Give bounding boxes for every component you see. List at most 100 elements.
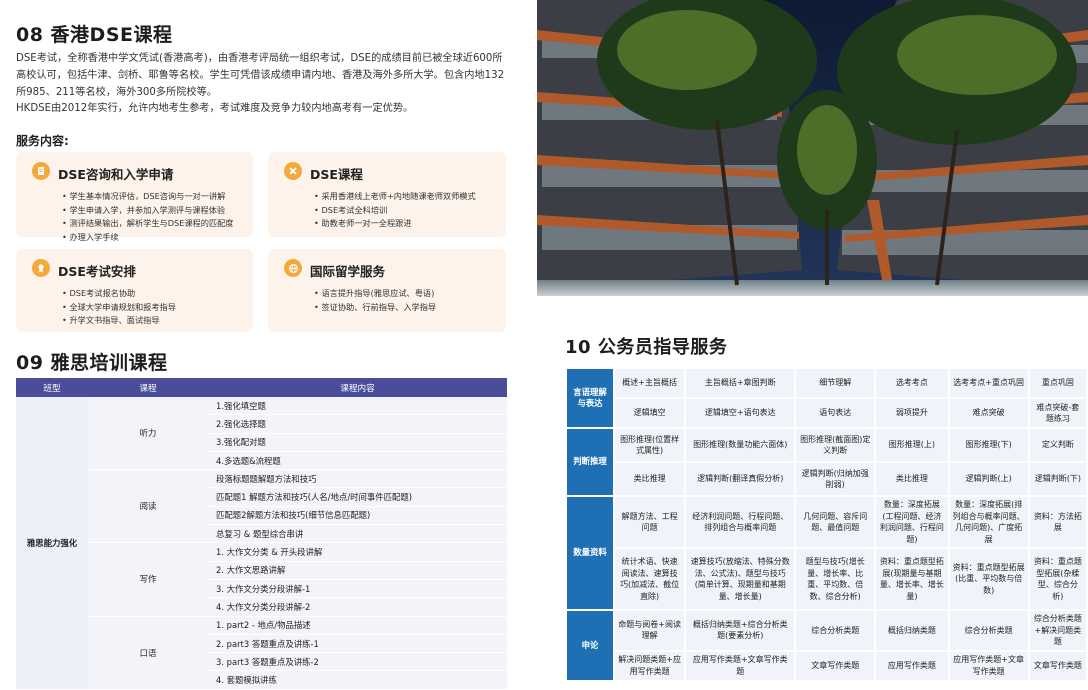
dse-card-course: DSE课程 采用香港线上老师+内地随课老师双师模式 DSE考试全科培训 助教老师… [268,152,506,237]
topic-cell: 语句表达 [796,399,875,427]
topic-cell: 难点突破-套题练习 [1029,399,1086,427]
dse-intro: DSE考试，全称香港中学文凭试(香港高考)，由香港考评局统一组织考试，DSE的成… [16,53,505,98]
topic-cell: 逻辑判断(上) [949,463,1028,495]
topic-cell: 选考考点 [876,369,948,397]
topic-cell: 经济利润问题、行程问题、排列组合与概率问题 [686,497,795,547]
topic-cell: 速算技巧(放缩法、特殊分数法、公式法)、题型与技巧(简单计算、现期量和基期量、增… [686,549,795,609]
list-item: 签证协助、行前指导、入学指导 [314,301,436,315]
topic-cell: 资料：方法拓展 [1029,497,1086,547]
course-cell: 听力 [88,397,208,471]
topic-cell: 题型与技巧(增长量、增长率、比重、平均数、倍数、综合分析) [796,549,875,609]
course-cell: 阅读 [88,469,208,544]
content-cell: 2. 大作文思路讲解 [208,561,507,580]
topic-cell: 概括归纳类题 [876,611,948,650]
topic-cell: 弱项提升 [876,399,948,427]
content-cell: 1.强化填空题 [208,397,507,416]
list-item: 采用香港线上老师+内地随课老师双师模式 [314,190,475,204]
topic-cell: 选考考点+重点巩固 [949,369,1028,397]
list-item: 助教老师一对一全程跟进 [314,217,476,231]
list-item: 学生基本情况评估，DSE咨询与一对一讲解 [62,190,234,204]
topic-cell: 解题方法、工程问题 [615,497,685,547]
content-cell: 2.强化选择题 [208,414,507,434]
section-title-ielts: 09 雅思培训课程 [16,352,168,374]
topic-cell: 综合分析类题 [796,611,875,650]
card-title: 国际留学服务 [310,264,386,279]
topic-cell: 概括归纳类题+综合分析类题(要素分析) [686,611,795,650]
topic-cell: 逻辑判断(归纳加强削弱) [796,463,875,495]
content-cell: 4. 套题模拟讲练 [208,670,507,690]
topic-cell: 类比推理 [615,463,685,495]
topic-cell: 文章写作类题 [1029,651,1086,680]
document-icon [32,162,50,180]
topic-cell: 主旨概括+章图判断 [686,369,795,397]
globe-icon [284,259,302,277]
content-cell: 1. part2 - 地点/物品描述 [208,616,507,635]
dse-card-exam: DSE考试安排 DSE考试报名协助 全球大学申请规划和报考指导 升学文书指导、面… [16,249,253,332]
content-cell: 匹配题1 解题方法和技巧(人名/地点/时间事件匹配题) [208,487,507,507]
topic-cell: 文章写作类题 [796,651,875,680]
card-title: DSE咨询和入学申请 [58,167,174,182]
list-item: 学生申请入学，并参加入学测评与课程体验 [62,204,234,218]
column-header: 课程内容 [208,378,507,397]
class-cell: 雅思能力强化 [16,397,88,690]
topic-cell: 资料：重点题型拓展(现期量与基期量、增长率、增长量) [876,549,948,609]
content-cell: 3.强化配对题 [208,433,507,452]
topic-cell: 应用写作类题+文章写作类题 [686,651,795,680]
topic-cell: 资料：重点题型拓展(杂糅型、综合分析) [1029,549,1086,609]
dse-note: HKDSE由2012年实行，允许内地考生参考，考试难度及竞争力较内地高考有一定优… [16,103,414,114]
topic-cell: 解决问题类题+应用写作类题 [615,651,685,680]
topic-cell: 统计术语、快速阅读法、速算技巧(加减法、截位直除) [615,549,685,609]
medal-icon [32,259,50,277]
topic-cell: 逻辑填空+语句表达 [686,399,795,427]
topic-cell: 几何问题、容斥问题、最值问题 [796,497,875,547]
topic-cell: 逻辑填空 [615,399,685,427]
list-item: DSE考试全科培训 [314,204,476,218]
content-cell: 段落标题题解题方法和技巧 [208,469,507,489]
dse-card-abroad: 国际留学服务 语言提升指导(雅思应试、粤语) 签证协助、行前指导、入学指导 [268,249,506,332]
content-cell: 4. 大作文分类分段讲解-2 [208,597,507,617]
column-header: 班型 [16,378,88,397]
topic-cell: 图形推理(截面图)定义判断 [796,429,875,461]
list-item: 语言提升指导(雅思应试、粤语) [314,287,436,301]
list-item: DSE考试报名协助 [62,287,176,301]
course-cell: 写作 [88,542,208,617]
content-cell: 3. part3 答题重点及讲练-2 [208,652,507,672]
topic-cell: 定义判断 [1029,429,1086,461]
column-header: 课程 [88,378,208,397]
category-cell: 判断推理 [567,429,613,495]
topic-cell: 难点突破 [949,399,1028,427]
topic-cell: 命题与阅卷+阅读理解 [615,611,685,650]
content-cell: 总复习 & 题型综合串讲 [208,524,507,544]
content-cell: 3. 大作文分类分段讲解-1 [208,579,507,599]
civil-service-table: 言语理解与表达 概述+主旨概括 主旨概括+章图判断 细节理解 选考考点 选考考点… [565,367,1088,682]
card-title: DSE课程 [310,167,363,182]
topic-cell: 逻辑判断(下) [1029,463,1086,495]
services-label: 服务内容: [16,134,69,148]
list-item: 办理入学手续 [62,231,234,245]
campus-photo [537,0,1088,296]
content-cell: 4.多选题&流程题 [208,451,507,471]
section-title-civil: 10 公务员指导服务 [565,337,728,358]
topic-cell: 综合分析类题 [949,611,1028,650]
topic-cell: 图形推理(下) [949,429,1028,461]
topic-cell: 数量：深度拓展(排列组合与概率问题、几何问题)、广度拓展 [949,497,1028,547]
topic-cell: 细节理解 [796,369,875,397]
course-cell: 口语 [88,616,208,690]
tools-icon [284,162,302,180]
category-cell: 数量资料 [567,497,613,609]
topic-cell: 应用写作类题 [876,651,948,680]
section-title-dse: 08 香港DSE课程 [16,24,173,46]
content-cell: 2. part3 答题重点及讲练-1 [208,634,507,654]
list-item: 测评结果输出，解析学生与DSE课程的匹配度 [62,217,233,231]
topic-cell: 数量：深度拓展(工程问题、经济利润问题、行程问题) [876,497,948,547]
category-cell: 言语理解与表达 [567,369,613,427]
topic-cell: 应用写作类题+文章写作类题 [949,651,1028,680]
dse-card-consult: DSE咨询和入学申请 学生基本情况评估，DSE咨询与一对一讲解 学生申请入学，并… [16,152,253,242]
card-title: DSE考试安排 [58,264,136,279]
topic-cell: 类比推理 [876,463,948,495]
topic-cell: 逻辑判断(翻译真假分析) [686,463,795,495]
topic-cell: 图形推理(上) [876,429,948,461]
list-item: 全球大学申请规划和报考指导 [62,301,175,315]
topic-cell: 图形推理(数量功能六面体) [686,429,795,461]
content-cell: 1. 大作文分类 & 开头段讲解 [208,542,507,562]
